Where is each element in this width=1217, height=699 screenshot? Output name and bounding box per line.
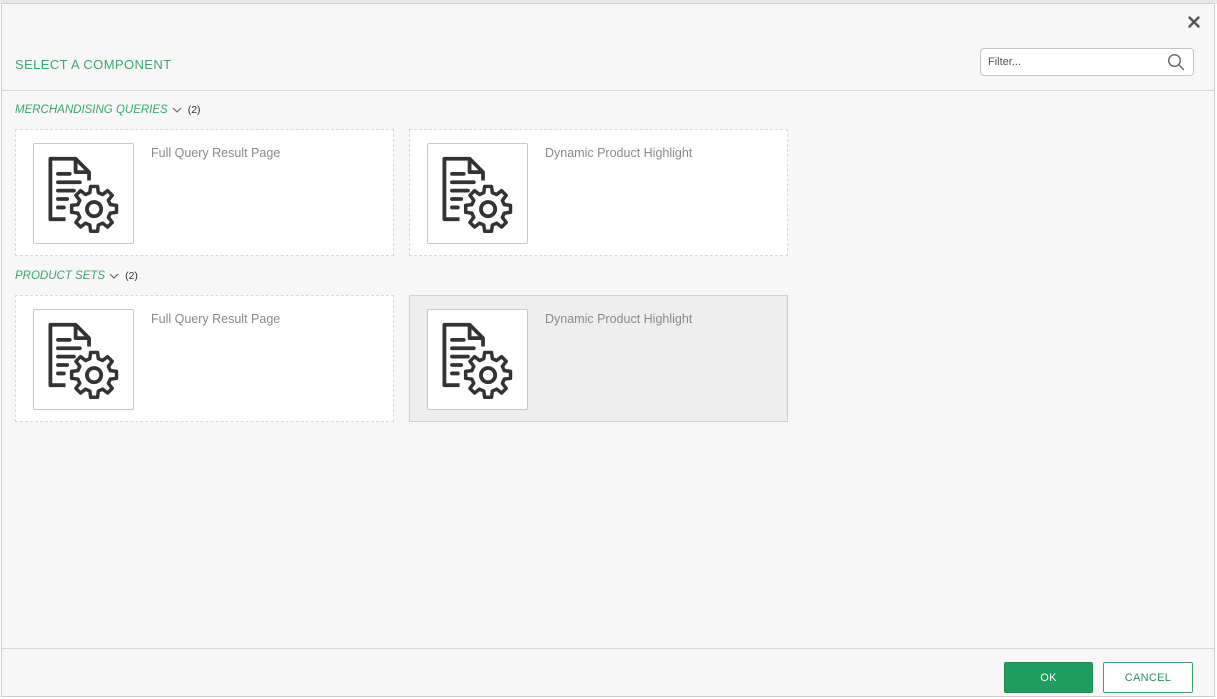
document-gear-icon bbox=[436, 152, 520, 236]
filter-field[interactable] bbox=[980, 48, 1194, 76]
component-title: Dynamic Product Highlight bbox=[545, 312, 693, 326]
component-card-dynamic-product-highlight[interactable]: Dynamic Product Highlight bbox=[409, 129, 788, 256]
component-thumbnail bbox=[33, 309, 134, 410]
component-title: Dynamic Product Highlight bbox=[545, 146, 693, 160]
component-thumbnail bbox=[427, 309, 528, 410]
group-count: (2) bbox=[187, 104, 201, 116]
component-card-full-query-result-page[interactable]: Full Query Result Page bbox=[15, 295, 394, 422]
select-component-dialog: SELECT A COMPONENT MERCHANDISING QUERIES… bbox=[1, 3, 1215, 697]
close-icon bbox=[1188, 16, 1200, 28]
document-gear-icon bbox=[436, 318, 520, 402]
cancel-button[interactable]: CANCEL bbox=[1103, 662, 1193, 693]
document-gear-icon bbox=[42, 318, 126, 402]
dialog-title: SELECT A COMPONENT bbox=[15, 57, 172, 72]
group-header-product-sets[interactable]: PRODUCT SETS (2) bbox=[15, 270, 138, 282]
filter-input[interactable] bbox=[981, 49, 1168, 75]
group-label: MERCHANDISING QUERIES bbox=[15, 104, 168, 116]
component-thumbnail bbox=[33, 143, 134, 244]
component-card-full-query-result-page[interactable]: Full Query Result Page bbox=[15, 129, 394, 256]
component-thumbnail bbox=[427, 143, 528, 244]
component-title: Full Query Result Page bbox=[151, 312, 281, 326]
group-count: (2) bbox=[125, 270, 138, 282]
component-title: Full Query Result Page bbox=[151, 146, 281, 160]
close-button[interactable] bbox=[1184, 12, 1204, 32]
chevron-down-icon bbox=[172, 107, 182, 113]
component-card-dynamic-product-highlight-selected[interactable]: Dynamic Product Highlight bbox=[409, 295, 788, 422]
document-gear-icon bbox=[42, 152, 126, 236]
header-divider bbox=[2, 90, 1214, 91]
group-header-merchandising-queries[interactable]: MERCHANDISING QUERIES (2) bbox=[15, 104, 201, 116]
ok-button[interactable]: OK bbox=[1004, 662, 1093, 693]
chevron-down-icon bbox=[109, 273, 119, 279]
search-icon[interactable] bbox=[1167, 53, 1185, 71]
footer-divider bbox=[2, 648, 1214, 649]
group-label: PRODUCT SETS bbox=[15, 270, 106, 282]
